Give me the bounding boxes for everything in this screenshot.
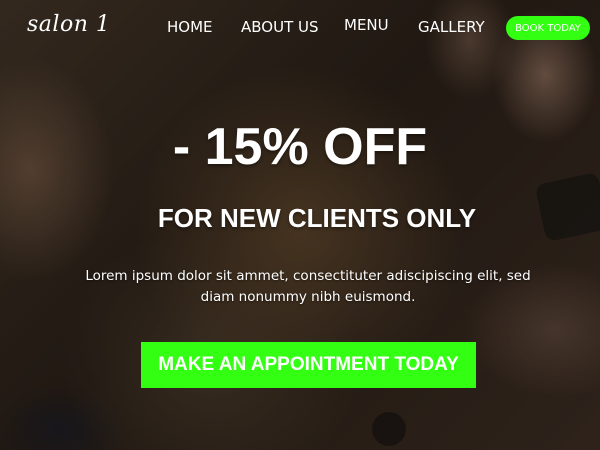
offer-description: Lorem ipsum dolor sit ammet, consectitut… — [85, 268, 531, 305]
nav-item-gallery[interactable]: GALLERY — [418, 18, 485, 36]
book-today-button[interactable]: BOOK TODAY — [506, 16, 590, 40]
nav-item-menu[interactable]: MENU — [344, 16, 389, 34]
offer-subheadline: FOR NEW CLIENTS ONLY — [157, 203, 477, 233]
nav-item-about-us[interactable]: ABOUT US — [241, 18, 319, 36]
nav-item-home[interactable]: HOME — [167, 18, 213, 36]
site-logo[interactable]: salon 1 — [27, 12, 110, 37]
make-appointment-button[interactable]: MAKE AN APPOINTMENT TODAY — [141, 342, 476, 388]
offer-headline: - 15% OFF — [172, 118, 428, 176]
